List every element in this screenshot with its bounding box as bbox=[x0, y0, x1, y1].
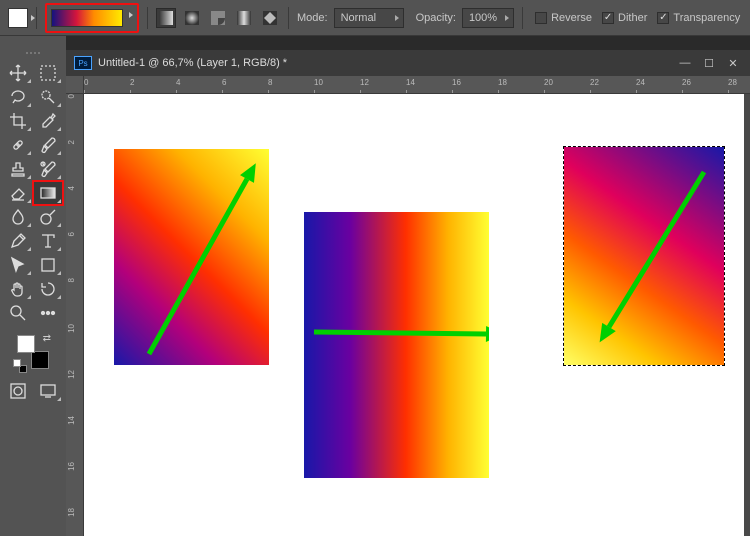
ruler-origin[interactable] bbox=[66, 76, 84, 94]
brush-tool[interactable] bbox=[33, 133, 63, 157]
tools-panel: ⇄ bbox=[0, 46, 66, 536]
gradient-sample-1 bbox=[114, 149, 269, 365]
quick-select-tool[interactable] bbox=[33, 85, 63, 109]
opacity-label: Opacity: bbox=[416, 12, 456, 24]
eraser-tool[interactable] bbox=[3, 181, 33, 205]
dither-checkbox[interactable]: Dither bbox=[602, 12, 647, 24]
gradient-tool[interactable] bbox=[33, 181, 63, 205]
move-tool[interactable] bbox=[3, 61, 33, 85]
rotate-view-tool[interactable] bbox=[33, 277, 63, 301]
gradient-sample-2 bbox=[304, 212, 489, 478]
marquee-tool[interactable] bbox=[33, 61, 63, 85]
stamp-tool[interactable] bbox=[3, 157, 33, 181]
opacity-value: 100% bbox=[469, 12, 497, 24]
healing-tool[interactable] bbox=[3, 133, 33, 157]
history-brush-tool[interactable] bbox=[33, 157, 63, 181]
tool-preset-picker[interactable] bbox=[8, 8, 28, 28]
direction-arrow-icon bbox=[304, 212, 489, 478]
default-colors-icon[interactable] bbox=[13, 359, 27, 373]
direction-arrow-icon bbox=[564, 147, 724, 365]
gradient-type-linear[interactable] bbox=[156, 8, 176, 28]
foreground-color[interactable] bbox=[17, 335, 35, 353]
eyedropper-tool[interactable] bbox=[33, 109, 63, 133]
window-minimize[interactable]: — bbox=[678, 56, 692, 70]
mode-select[interactable]: Normal bbox=[334, 8, 404, 28]
window-close[interactable]: ✕ bbox=[726, 56, 740, 70]
crop-tool[interactable] bbox=[3, 109, 33, 133]
screen-mode[interactable] bbox=[33, 379, 63, 403]
window-maximize[interactable]: ☐ bbox=[702, 56, 716, 70]
options-bar: Mode: Normal Opacity: 100% Reverse Dithe… bbox=[0, 0, 750, 36]
pen-tool[interactable] bbox=[3, 229, 33, 253]
gradient-type-diamond[interactable] bbox=[260, 8, 280, 28]
gradient-type-angle[interactable] bbox=[208, 8, 228, 28]
reverse-label: Reverse bbox=[551, 12, 592, 24]
edit-toolbar[interactable] bbox=[33, 301, 63, 325]
lasso-tool[interactable] bbox=[3, 85, 33, 109]
zoom-tool[interactable] bbox=[3, 301, 33, 325]
document-tab-title[interactable]: Untitled-1 @ 66,7% (Layer 1, RGB/8) * bbox=[98, 57, 287, 69]
blur-tool[interactable] bbox=[3, 205, 33, 229]
gradient-picker-highlight bbox=[45, 3, 139, 33]
gradient-type-reflected[interactable] bbox=[234, 8, 254, 28]
tool-shelf bbox=[66, 36, 750, 50]
background-color[interactable] bbox=[31, 351, 49, 369]
vertical-ruler[interactable]: 02468101214161820 bbox=[66, 94, 84, 536]
dodge-tool[interactable] bbox=[33, 205, 63, 229]
transparency-checkbox[interactable]: Transparency bbox=[657, 12, 740, 24]
reverse-checkbox[interactable]: Reverse bbox=[535, 12, 592, 24]
horizontal-ruler[interactable]: 0246810121416182022242628 bbox=[84, 76, 750, 94]
shape-tool[interactable] bbox=[33, 253, 63, 277]
document-tabbar: Ps Untitled-1 @ 66,7% (Layer 1, RGB/8) *… bbox=[66, 50, 750, 76]
color-swatches[interactable]: ⇄ bbox=[11, 333, 55, 373]
direction-arrow-icon bbox=[114, 149, 269, 365]
ps-icon: Ps bbox=[74, 56, 92, 70]
opacity-input[interactable]: 100% bbox=[462, 8, 514, 28]
transparency-label: Transparency bbox=[673, 12, 740, 24]
hand-tool[interactable] bbox=[3, 277, 33, 301]
mode-label: Mode: bbox=[297, 12, 328, 24]
gradient-sample-3 bbox=[564, 147, 724, 365]
tools-grip[interactable] bbox=[13, 52, 53, 57]
dither-label: Dither bbox=[618, 12, 647, 24]
mode-value: Normal bbox=[341, 12, 376, 24]
workspace: 0246810121416182022242628 02468101214161… bbox=[66, 76, 750, 536]
swap-colors-icon[interactable]: ⇄ bbox=[43, 333, 51, 344]
canvas[interactable] bbox=[84, 94, 744, 536]
path-select-tool[interactable] bbox=[3, 253, 33, 277]
gradient-type-radial[interactable] bbox=[182, 8, 202, 28]
gradient-preview[interactable] bbox=[51, 9, 123, 27]
quickmask-toggle[interactable] bbox=[3, 379, 33, 403]
type-tool[interactable] bbox=[33, 229, 63, 253]
